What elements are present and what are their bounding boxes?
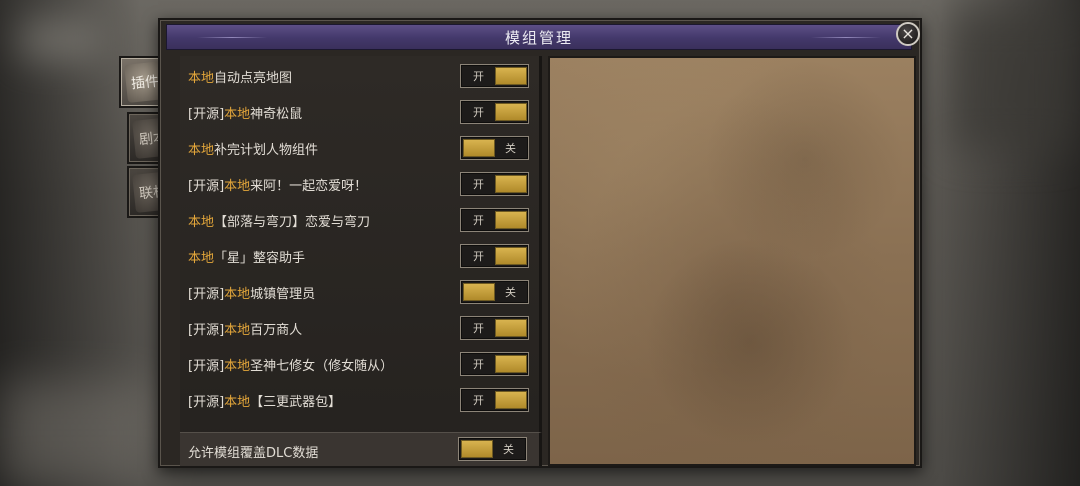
mod-label: [开源]本地圣神七修女（修女随从） [188,358,394,374]
mod-row: 本地补完计划人物组件 关 [180,130,539,166]
mod-row: 本地自动点亮地图 开 [180,58,539,94]
background-blur [20,20,100,60]
mod-toggle[interactable]: 开 [460,352,529,376]
close-button[interactable]: × [896,22,920,46]
mod-manager-dialog: 模组管理 × 本地自动点亮地图 开 [开源]本地神奇松鼠 开 本地补完计划人物组… [158,18,922,468]
dlc-override-row: 允许模组覆盖DLC数据 关 [180,432,542,466]
mod-label: [开源]本地城镇管理员 [188,286,316,302]
mod-label: [开源]本地【三更武器包】 [188,394,342,410]
background-blur [0,380,160,486]
mod-row: [开源]本地城镇管理员 关 [180,274,539,310]
mod-row: [开源]本地神奇松鼠 开 [180,94,539,130]
mod-toggle[interactable]: 开 [460,208,529,232]
mod-row: [开源]本地圣神七修女（修女随从） 开 [180,346,539,382]
mod-toggle[interactable]: 开 [460,172,529,196]
mod-toggle[interactable]: 关 [460,136,529,160]
mod-label: [开源]本地神奇松鼠 [188,106,303,122]
dlc-override-label: 允许模组覆盖DLC数据 [188,446,319,461]
mod-toggle[interactable]: 开 [460,316,529,340]
mod-label: 本地「星」整容助手 [188,250,306,266]
mod-row: [开源]本地【三更武器包】 开 [180,382,539,418]
mod-toggle[interactable]: 开 [460,64,529,88]
dialog-title: 模组管理 [504,28,573,47]
mod-toggle[interactable]: 关 [460,280,529,304]
mod-row: [开源]本地百万商人 开 [180,310,539,346]
mod-toggle[interactable]: 开 [460,100,529,124]
mod-label: [开源]本地来阿！一起恋爱呀！ [188,178,368,194]
mod-label: 本地补完计划人物组件 [188,142,319,158]
dialog-titlebar: 模组管理 [166,24,912,50]
mod-row: 本地「星」整容助手 开 [180,238,539,274]
mod-toggle[interactable]: 开 [460,388,529,412]
mod-row: 本地【部落与弯刀】恋爱与弯刀 开 [180,202,539,238]
mod-label: [开源]本地百万商人 [188,322,303,338]
close-icon: × [901,24,915,43]
dlc-override-toggle[interactable]: 关 [458,437,527,461]
mod-list[interactable]: 本地自动点亮地图 开 [开源]本地神奇松鼠 开 本地补完计划人物组件 关 [开源… [180,56,542,466]
background-blur [950,10,1070,150]
mod-toggle[interactable]: 开 [460,244,529,268]
mod-row: [开源]本地来阿！一起恋爱呀！ 开 [180,166,539,202]
mod-preview-image [548,56,916,466]
mod-label: 本地【部落与弯刀】恋爱与弯刀 [188,214,371,230]
mod-label: 本地自动点亮地图 [188,70,293,86]
